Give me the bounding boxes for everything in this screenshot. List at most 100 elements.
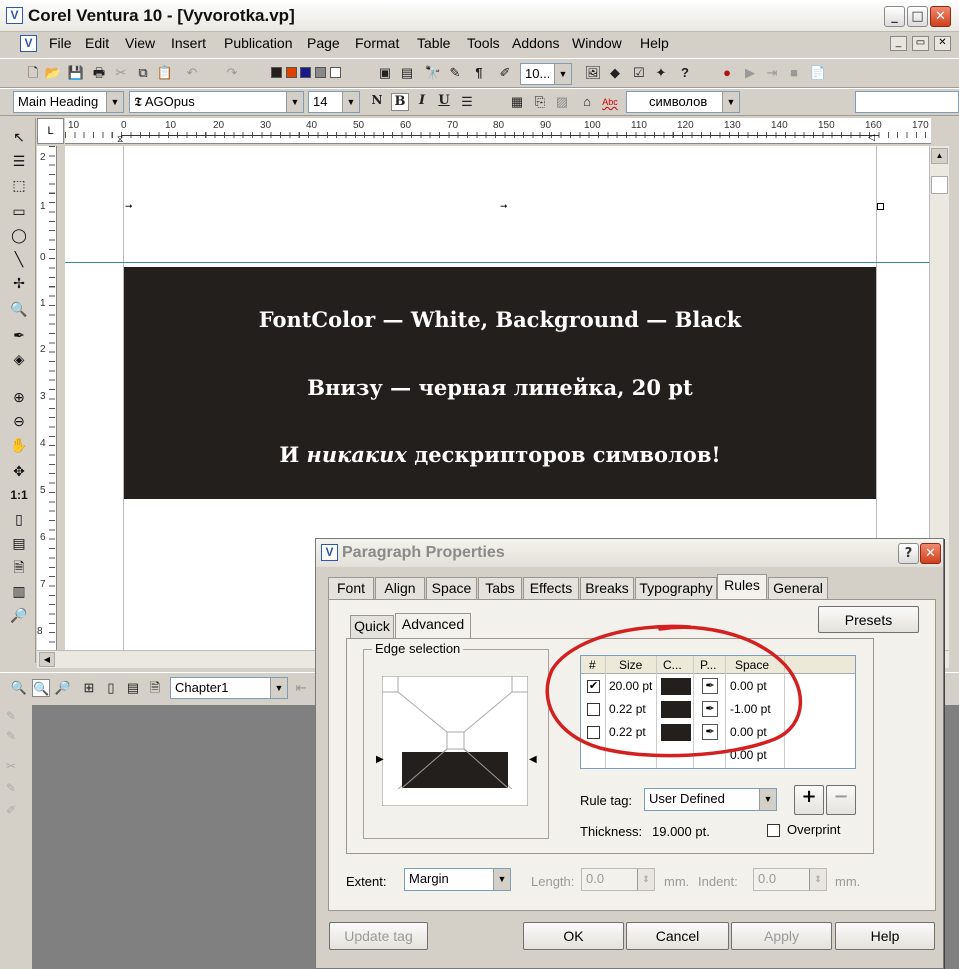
stepper-icon[interactable]: ⇕ [637,869,654,890]
hand-icon[interactable]: ✋ [8,434,30,456]
frame-text-icon[interactable]: ⎘ [531,93,549,111]
menu-file[interactable]: File [49,35,72,51]
new-icon[interactable]: 🗋 [24,64,42,82]
spread-icon[interactable]: ▥ [8,580,30,602]
ellipse-tool-icon[interactable]: ◯ [8,224,30,246]
open-icon[interactable]: 📂 [44,64,62,82]
scroll-left-icon[interactable]: ◀ [39,652,55,667]
preview-icon[interactable]: 🔎 [8,604,30,626]
menu-window[interactable]: Window [572,35,622,51]
color-navy-swatch[interactable] [300,67,311,78]
doc-minimize-button[interactable]: _ [890,36,907,51]
copy-icon[interactable]: ⧉ [134,64,152,82]
close-button[interactable]: ✕ [930,6,951,27]
tab-font[interactable]: Font [328,577,374,599]
pen-tool-icon[interactable]: ✒ [8,324,30,346]
tab-rules[interactable]: Rules [717,574,767,600]
scroll-up-icon[interactable]: ▲ [931,148,948,164]
color-black-swatch[interactable] [271,67,282,78]
menu-table[interactable]: Table [417,35,450,51]
cube-icon[interactable]: ◆ [606,64,624,82]
undo-icon[interactable]: ↶ [183,64,201,82]
view-page-icon[interactable]: 🔍 [32,679,50,697]
menu-page[interactable]: Page [307,35,340,51]
color-gray-swatch[interactable] [315,67,326,78]
record-icon[interactable]: ● [718,64,736,82]
line-tool-icon[interactable]: ╲ [8,248,30,270]
zoom-select[interactable]: 10... ▼ [520,63,572,85]
align-center-icon[interactable]: ☰ [458,93,476,111]
chapter-nav-icon[interactable]: ⇤ [292,679,310,697]
menu-view[interactable]: View [125,35,155,51]
stop-icon[interactable]: ■ [785,64,803,82]
wizard-icon[interactable]: ✦ [652,64,670,82]
redo-icon[interactable]: ↷ [223,64,241,82]
tab-align[interactable]: Align [375,577,425,599]
view-single-icon[interactable]: ▯ [102,679,120,697]
edge-selection-preview[interactable] [382,676,528,806]
ok-button[interactable]: OK [523,922,624,950]
heading-banner[interactable]: FontColor — White, Background — Black Вн… [124,267,876,499]
save-icon[interactable]: 💾 [67,64,85,82]
text-list-icon[interactable]: ☰ [8,150,30,172]
view-frames-icon[interactable]: ⊞ [80,679,98,697]
cancel-button[interactable]: Cancel [626,922,729,950]
extent-select[interactable]: Margin ▼ [404,868,511,891]
indent-input[interactable]: 0.0 ⇕ [753,868,827,891]
remove-rule-button[interactable]: − [826,785,856,815]
rule-tag-select[interactable]: User Defined ▼ [644,788,777,811]
tab-space[interactable]: Space [426,577,477,599]
frame2-icon[interactable]: ▤ [398,64,416,82]
help-query-icon[interactable]: ? [676,64,694,82]
doc-close-button[interactable]: ✕ [934,36,951,51]
dialog-close-button[interactable]: ✕ [920,543,941,564]
tab-tabs[interactable]: Tabs [478,577,522,599]
subtab-advanced[interactable]: Advanced [395,613,471,639]
stepper-icon[interactable]: ⇕ [809,869,826,890]
play-icon[interactable]: ▶ [741,64,759,82]
menu-tools[interactable]: Tools [467,35,500,51]
zoom-out-icon[interactable]: ⊖ [8,410,30,432]
length-input[interactable]: 0.0 ⇕ [581,868,655,891]
view-story-icon[interactable]: 🗎 [146,679,164,697]
menu-edit[interactable]: Edit [85,35,109,51]
zoom-in-icon[interactable]: ⊕ [8,386,30,408]
print-icon[interactable]: 🖶 [90,64,108,82]
bookmark-icon[interactable]: ⌂ [578,93,596,111]
view-text-icon[interactable]: ▤ [124,679,142,697]
page-layout-icon[interactable]: ▤ [8,532,30,554]
move-icon[interactable]: ✥ [8,460,30,482]
extra-input[interactable] [855,91,959,113]
text-page-icon[interactable]: 🗎 [8,556,30,578]
presets-button[interactable]: Presets [818,606,919,633]
rectangle-tool-icon[interactable]: ▭ [8,200,30,222]
tab-general[interactable]: General [768,577,828,599]
maximize-button[interactable]: □ [907,6,928,27]
overprint-checkbox[interactable] [767,824,780,837]
minimize-button[interactable]: _ [884,6,905,27]
paste-icon[interactable]: 📋 [156,64,174,82]
italic-button[interactable]: I [413,93,431,111]
find-icon[interactable]: 🔭 [424,64,442,82]
image-icon[interactable]: 🖼 [584,64,602,82]
menu-format[interactable]: Format [355,35,399,51]
right-indent-marker[interactable]: ◁ [868,132,875,143]
doc-icon[interactable]: V [20,35,37,52]
cut-icon[interactable]: ✂ [112,64,130,82]
pilcrow-icon[interactable]: ¶ [470,64,488,82]
menu-help[interactable]: Help [640,35,669,51]
connector-icon[interactable]: ✢ [8,272,30,294]
tab-breaks[interactable]: Breaks [580,577,634,599]
color-red-swatch[interactable] [286,67,297,78]
fill-tool-icon[interactable]: ◈ [8,348,30,370]
subtab-quick[interactable]: Quick [350,615,394,638]
view-draft-icon[interactable]: 🔍 [10,679,28,697]
replace-icon[interactable]: ✎ [446,64,464,82]
script-icon[interactable]: 📄 [809,64,827,82]
chapter-select[interactable]: Chapter1 ▼ [170,677,288,699]
update-tag-button[interactable]: Update tag [329,922,428,950]
view-zoom-icon[interactable]: 🔎 [54,679,72,697]
bold-button[interactable]: B [391,93,409,111]
tab-typography[interactable]: Typography [635,577,717,599]
doc-restore-button[interactable]: ▭ [912,36,929,51]
